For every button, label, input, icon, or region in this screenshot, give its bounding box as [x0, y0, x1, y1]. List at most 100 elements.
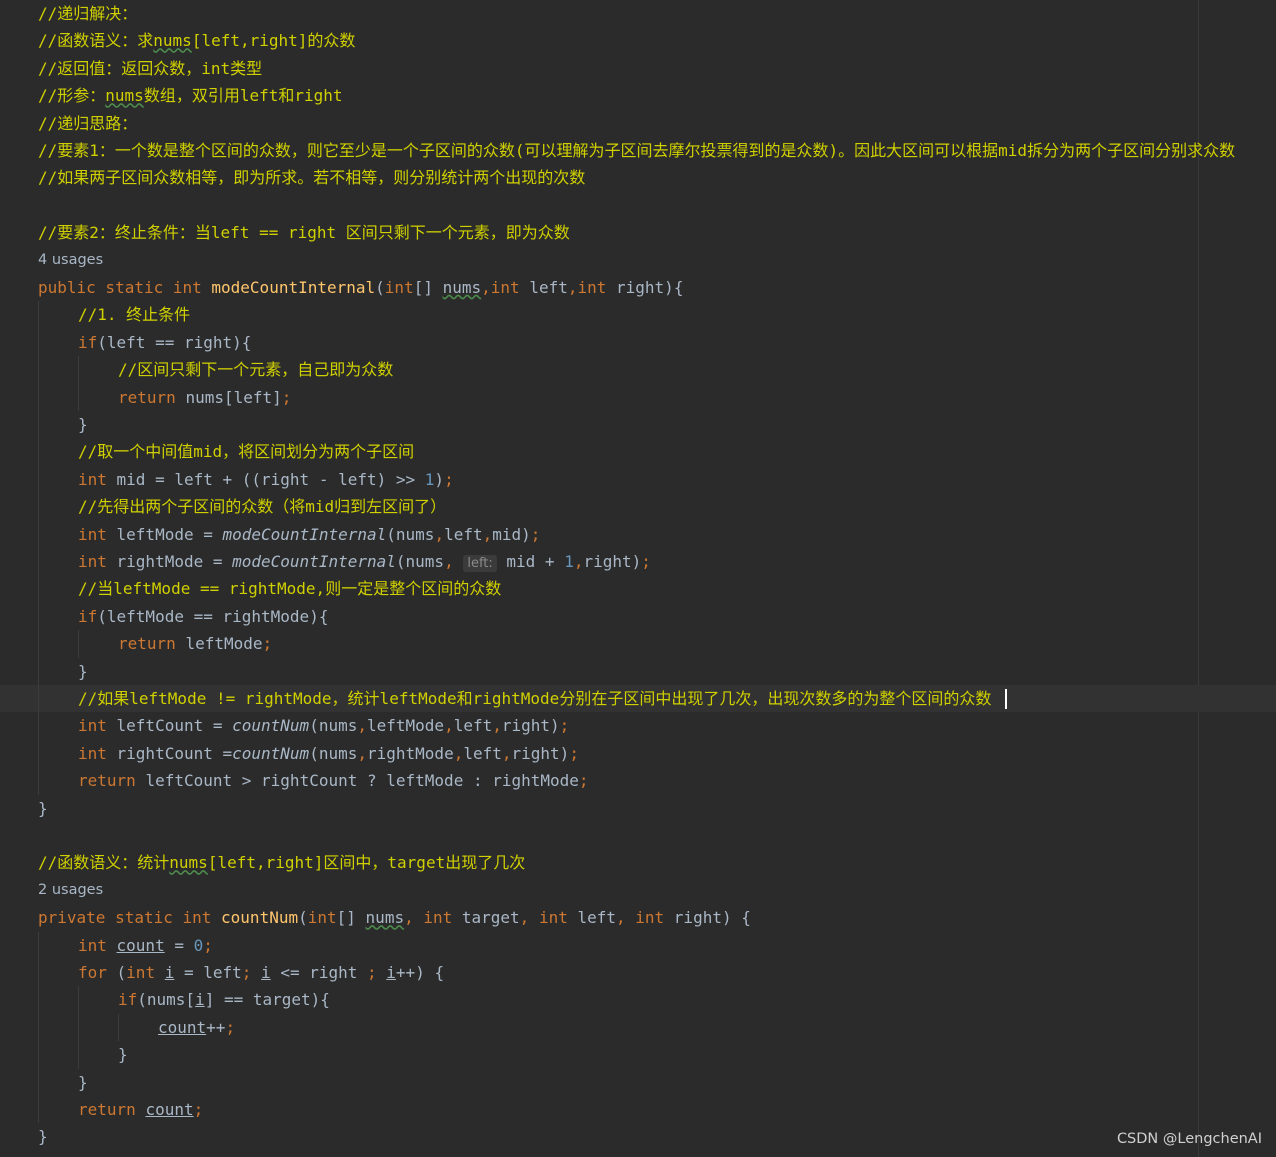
code-token: (left == right){: [97, 332, 252, 352]
code-token: ,: [444, 716, 454, 736]
code-token: []: [413, 278, 443, 297]
code-token: right): [583, 552, 642, 571]
code-line: //取一个中间值mid，将区间划分为两个子区间: [0, 438, 1276, 465]
code-token: ,: [357, 743, 367, 763]
code-token: //递归思路：: [38, 113, 138, 133]
code-token: 1: [424, 469, 435, 489]
code-line: return leftMode;: [0, 630, 1276, 657]
code-token: }: [38, 798, 48, 818]
code-token: rightMode: [367, 743, 454, 763]
code-token: ,: [444, 552, 464, 571]
code-token: //先得出两个子区间的众数（将mid归到左区间了）: [78, 497, 447, 517]
code-token: ;: [241, 963, 262, 982]
code-token: 0: [193, 935, 204, 955]
code-line: }: [0, 795, 1276, 822]
code-token: modeCountInternal: [211, 278, 376, 297]
code-token: ;: [578, 771, 589, 791]
code-token: //当leftMode == rightMode,则一定是整个区间的众数: [78, 579, 502, 599]
code-line: }: [0, 1123, 1276, 1150]
code-line: return leftCount > rightCount ? leftMode…: [0, 767, 1276, 794]
code-token: ,: [482, 524, 493, 544]
code-token: int: [78, 935, 117, 955]
watermark: CSDN @LengchenAI: [1116, 1131, 1262, 1147]
code-token: , int: [519, 908, 578, 928]
code-token: }: [118, 1045, 128, 1065]
code-token: i: [261, 963, 271, 982]
code-token: count: [158, 1017, 207, 1037]
code-token: int: [307, 908, 337, 928]
code-token: //要素2：终止条件：当left == right 区间只剩下一个元素，即为众数: [38, 223, 570, 243]
parameter-hint: left:: [463, 555, 497, 572]
code-line: private static int countNum(int[] nums, …: [0, 904, 1276, 931]
code-token: ,: [501, 743, 512, 763]
code-token: (nums: [386, 524, 435, 544]
code-line: //函数语义：统计nums[left,right]区间中，target出现了几次: [0, 849, 1276, 876]
code-token: ,: [492, 716, 502, 736]
usages-hint[interactable]: 4 usages: [0, 247, 1276, 274]
code-token: target: [461, 908, 520, 928]
code-token: leftMode =: [116, 524, 223, 544]
code-token: ;: [569, 743, 579, 763]
code-token: ,: [434, 524, 445, 544]
code-token: return: [118, 634, 186, 654]
code-token: ;: [530, 524, 541, 544]
code-token: }: [78, 1072, 88, 1092]
code-token: int: [384, 278, 414, 297]
code-token: (nums: [395, 552, 445, 571]
code-line: //如果两子区间众数相等，即为所求。若不相等，则分别统计两个出现的次数: [0, 164, 1276, 191]
code-token: i: [164, 963, 175, 982]
code-token: private static int: [38, 908, 222, 928]
code-token: }: [78, 415, 88, 434]
code-line: return nums[left];: [0, 384, 1276, 411]
code-token: nums: [153, 31, 192, 51]
code-token: ;: [203, 935, 213, 955]
code-line: //区间只剩下一个元素，自己即为众数: [0, 356, 1276, 383]
usages-hint[interactable]: 2 usages: [0, 877, 1276, 904]
code-token: }: [38, 1127, 48, 1147]
code-token: ,: [357, 716, 367, 736]
code-token: }: [78, 661, 88, 681]
code-token: 2 usages: [38, 881, 104, 898]
code-token: [left,right]的众数: [191, 31, 356, 51]
indent-guide: [78, 986, 79, 1069]
code-line: int leftMode = modeCountInternal(nums,le…: [0, 521, 1276, 548]
code-line: //1. 终止条件: [0, 301, 1276, 328]
code-line: public static int modeCountInternal(int[…: [0, 274, 1276, 301]
indent-guide: [38, 301, 39, 795]
code-token: int: [78, 524, 117, 544]
code-token: for: [78, 963, 117, 982]
code-token: ;: [225, 1017, 236, 1037]
code-token: 4 usages: [38, 251, 104, 268]
code-line: if(leftMode == rightMode){: [0, 603, 1276, 630]
code-token: , int: [404, 908, 462, 928]
code-token: ++: [206, 1017, 226, 1037]
code-token: <= right: [270, 963, 368, 982]
code-line: }: [0, 411, 1276, 438]
code-token: return: [78, 771, 146, 791]
code-token: ;: [262, 634, 273, 654]
code-editor[interactable]: //递归解决：//函数语义：求nums[left,right]的众数//返回值：…: [0, 0, 1276, 1157]
code-token: leftCount > rightCount ? leftMode : righ…: [145, 771, 579, 791]
code-line: //先得出两个子区间的众数（将mid归到左区间了）: [0, 493, 1276, 520]
code-token: right){: [616, 278, 684, 297]
code-line: //要素2：终止条件：当left == right 区间只剩下一个元素，即为众数: [0, 219, 1276, 246]
code-token: left: [529, 278, 568, 297]
code-token: right) {: [673, 908, 751, 928]
code-token: ): [434, 469, 445, 489]
code-token: if: [78, 332, 98, 352]
code-line: //递归思路：: [0, 110, 1276, 137]
code-token: ;: [559, 716, 570, 736]
code-token: //如果两子区间众数相等，即为所求。若不相等，则分别统计两个出现的次数: [38, 168, 586, 188]
code-token: countNum: [232, 716, 310, 736]
code-token: int: [78, 469, 117, 489]
code-token: nums[left]: [185, 387, 282, 407]
code-token: right): [501, 716, 560, 736]
code-line: if(nums[i] == target){: [0, 986, 1276, 1013]
code-token: left: [463, 743, 502, 763]
code-token: left: [577, 908, 616, 928]
code-token: rightCount =: [116, 743, 233, 763]
code-token: //取一个中间值mid，将区间划分为两个子区间: [78, 442, 415, 462]
code-token: mid): [492, 524, 531, 544]
code-token: leftCount =: [116, 716, 233, 736]
